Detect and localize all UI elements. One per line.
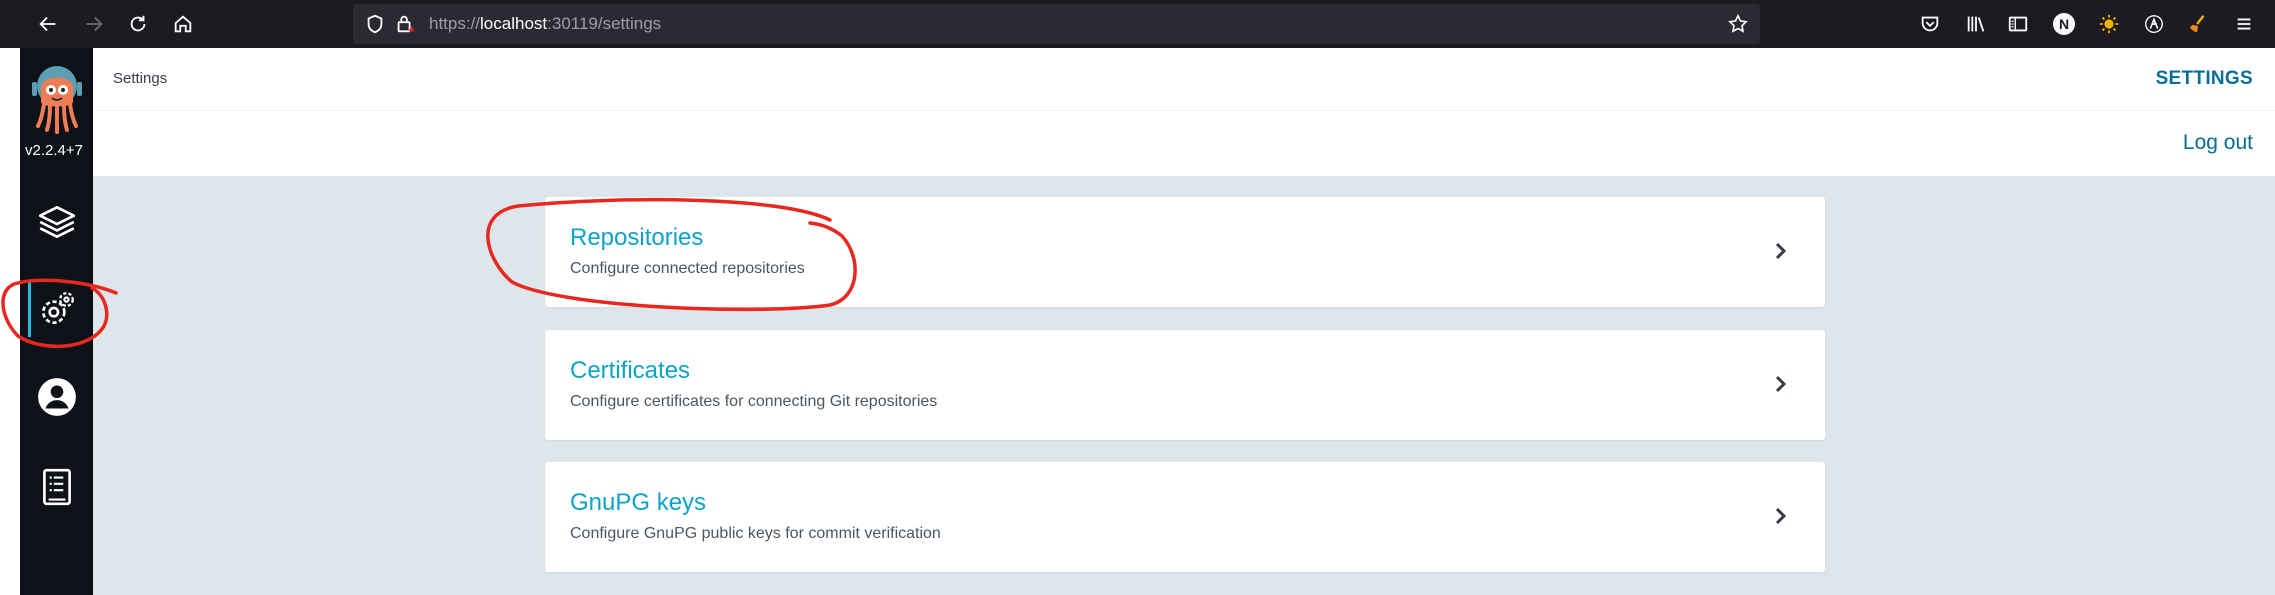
card-title[interactable]: Certificates: [570, 357, 690, 385]
chevron-right-icon[interactable]: [1771, 504, 1791, 528]
reload-icon: [130, 15, 146, 32]
window-frame-left: [0, 48, 20, 595]
sidebar-item-documentation[interactable]: [20, 455, 93, 519]
home-icon: [174, 15, 192, 33]
sub-header: Log out: [93, 112, 2275, 176]
url-text[interactable]: https://localhost:30119/settings: [429, 14, 661, 34]
card-description: Configure GnuPG public keys for commit v…: [570, 525, 941, 542]
bookmark-star-icon[interactable]: [1726, 12, 1750, 36]
profile-initial: N: [2053, 13, 2075, 35]
pocket-icon[interactable]: [1916, 10, 1944, 38]
arrow-right-icon: [86, 16, 103, 32]
sidebar-item-applications[interactable]: [20, 190, 93, 254]
version-label: v2.2.4+7: [25, 142, 83, 159]
gears-icon: [41, 292, 74, 324]
page-title: Settings: [113, 70, 168, 87]
top-header: Settings SETTINGS: [93, 48, 2275, 111]
card-certificates[interactable]: Certificates Configure certificates for …: [545, 330, 1825, 440]
card-repositories[interactable]: Repositories Configure connected reposit…: [545, 197, 1825, 307]
app-sidebar: v2.2.4+7: [20, 48, 93, 595]
lambda-extension-icon[interactable]: [2140, 10, 2168, 38]
settings-content: Repositories Configure connected reposit…: [93, 176, 2275, 595]
shield-icon[interactable]: [363, 12, 387, 36]
url-bar[interactable]: https://localhost:30119/settings: [353, 4, 1760, 44]
forward-button[interactable]: [76, 6, 112, 42]
card-description: Configure certificates for connecting Gi…: [570, 393, 938, 410]
user-circle-icon: [37, 378, 76, 416]
settings-nav-link[interactable]: SETTINGS: [2156, 68, 2253, 90]
reload-button[interactable]: [120, 6, 156, 42]
chevron-right-icon[interactable]: [1771, 239, 1791, 263]
logout-link[interactable]: Log out: [2183, 131, 2253, 155]
sidebar-item-settings[interactable]: [20, 277, 93, 341]
library-icon[interactable]: [1962, 10, 1990, 38]
sidebar-item-user-info[interactable]: [20, 365, 93, 429]
home-button[interactable]: [165, 6, 201, 42]
back-button[interactable]: [30, 6, 66, 42]
card-description: Configure connected repositories: [570, 260, 805, 277]
profile-avatar-icon[interactable]: N: [2050, 10, 2078, 38]
browser-toolbar: https://localhost:30119/settings N: [0, 0, 2275, 48]
menu-icon[interactable]: [2230, 10, 2258, 38]
arrow-left-icon: [39, 16, 56, 32]
argo-logo[interactable]: [28, 62, 86, 134]
card-title[interactable]: GnuPG keys: [570, 489, 706, 517]
sun-extension-icon[interactable]: [2095, 10, 2123, 38]
layers-icon: [38, 205, 75, 239]
card-gnupg-keys[interactable]: GnuPG keys Configure GnuPG public keys f…: [545, 462, 1825, 572]
octopus-logo-icon: [32, 66, 82, 134]
chevron-right-icon[interactable]: [1771, 372, 1791, 396]
lock-warning-icon[interactable]: [393, 12, 417, 36]
card-title[interactable]: Repositories: [570, 224, 703, 252]
sidebar-toggle-icon[interactable]: [2004, 10, 2032, 38]
broom-extension-icon[interactable]: [2184, 10, 2212, 38]
book-icon: [42, 468, 71, 506]
